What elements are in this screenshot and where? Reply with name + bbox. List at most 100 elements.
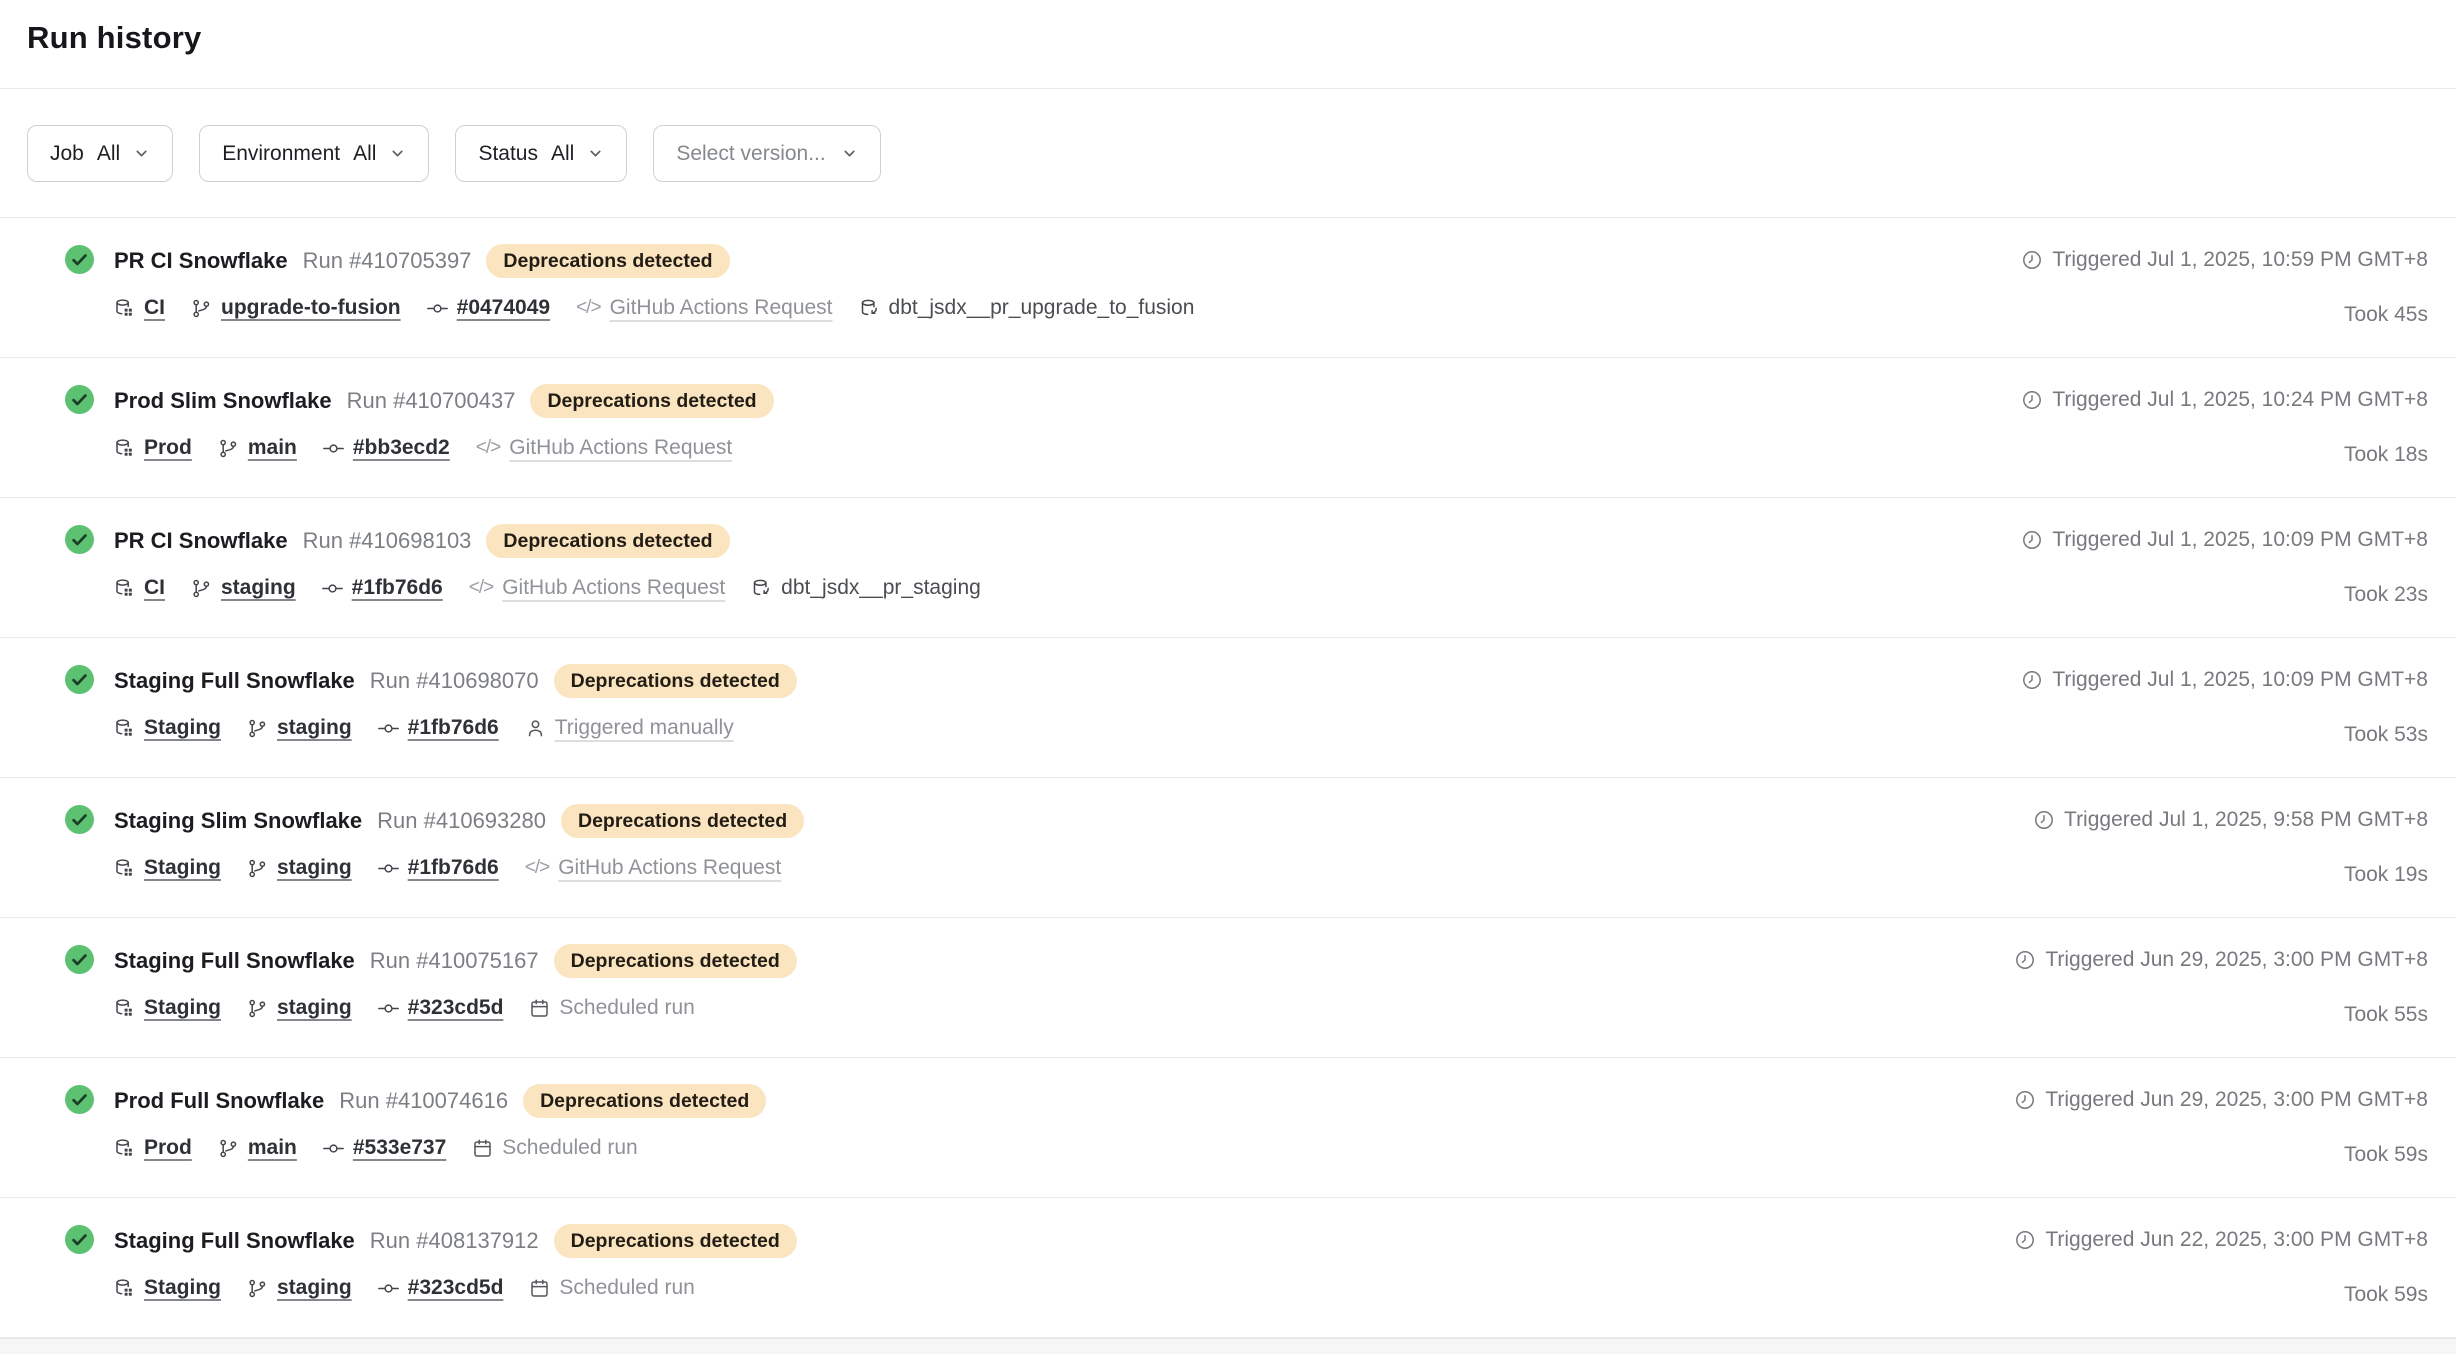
environment-link[interactable]: CI	[144, 296, 165, 320]
git-commit-icon	[427, 298, 448, 319]
branch-link[interactable]: staging	[277, 996, 352, 1020]
environment-item[interactable]: Staging	[114, 1276, 221, 1300]
branch-link[interactable]: staging	[277, 716, 352, 740]
person-trigger-icon	[525, 718, 546, 739]
status-filter-button[interactable]: Status All	[455, 125, 627, 182]
branch-item[interactable]: upgrade-to-fusion	[191, 296, 401, 320]
run-row[interactable]: Staging Full Snowflake Run #408137912 De…	[0, 1198, 2456, 1338]
commit-link[interactable]: #1fb76d6	[352, 576, 443, 600]
branch-item[interactable]: staging	[247, 1276, 352, 1300]
deprecations-badge: Deprecations detected	[530, 384, 773, 418]
job-name-link[interactable]: PR CI Snowflake	[114, 528, 288, 554]
job-name-link[interactable]: Staging Full Snowflake	[114, 948, 355, 974]
git-commit-icon	[322, 578, 343, 599]
branch-link[interactable]: main	[248, 436, 297, 460]
job-name-link[interactable]: PR CI Snowflake	[114, 248, 288, 274]
run-success-icon	[65, 1085, 94, 1114]
triggered-at-text: Triggered Jun 29, 2025, 3:00 PM GMT+8	[2045, 948, 2428, 972]
run-row[interactable]: PR CI Snowflake Run #410698103 Deprecati…	[0, 498, 2456, 638]
environment-link[interactable]: Staging	[144, 996, 221, 1020]
job-name-link[interactable]: Prod Slim Snowflake	[114, 388, 332, 414]
git-branch-icon	[247, 718, 268, 739]
trigger-label: GitHub Actions Request	[502, 576, 725, 600]
triggered-at-text: Triggered Jun 29, 2025, 3:00 PM GMT+8	[2045, 1088, 2428, 1112]
environment-link[interactable]: Staging	[144, 856, 221, 880]
job-name-link[interactable]: Staging Full Snowflake	[114, 668, 355, 694]
environment-item[interactable]: Staging	[114, 996, 221, 1020]
commit-link[interactable]: #0474049	[457, 296, 550, 320]
clock-icon	[2014, 1229, 2036, 1251]
run-row[interactable]: Staging Slim Snowflake Run #410693280 De…	[0, 778, 2456, 918]
branch-item[interactable]: staging	[247, 996, 352, 1020]
environment-item[interactable]: Staging	[114, 856, 221, 880]
environment-link[interactable]: Prod	[144, 436, 192, 460]
environment-item[interactable]: CI	[114, 576, 165, 600]
branch-item[interactable]: staging	[247, 716, 352, 740]
branch-link[interactable]: upgrade-to-fusion	[221, 296, 401, 320]
commit-item[interactable]: #1fb76d6	[322, 576, 443, 600]
environment-item[interactable]: CI	[114, 296, 165, 320]
job-name-link[interactable]: Prod Full Snowflake	[114, 1088, 324, 1114]
environment-item[interactable]: Prod	[114, 436, 192, 460]
schema-name: dbt_jsdx__pr_staging	[781, 576, 981, 600]
commit-item[interactable]: #323cd5d	[378, 1276, 504, 1300]
branch-link[interactable]: staging	[277, 1276, 352, 1300]
environment-item[interactable]: Staging	[114, 716, 221, 740]
run-row[interactable]: Staging Full Snowflake Run #410075167 De…	[0, 918, 2456, 1058]
branch-link[interactable]: staging	[277, 856, 352, 880]
run-number: Run #410698103	[303, 528, 472, 554]
commit-item[interactable]: #bb3ecd2	[323, 436, 450, 460]
branch-link[interactable]: main	[248, 1136, 297, 1160]
calendar-trigger-icon	[472, 1138, 493, 1159]
job-name-link[interactable]: Staging Slim Snowflake	[114, 808, 362, 834]
triggered-at: Triggered Jun 29, 2025, 3:00 PM GMT+8	[2014, 948, 2428, 972]
run-duration: Took 59s	[2344, 1143, 2428, 1167]
run-duration: Took 55s	[2344, 1003, 2428, 1027]
code-trigger-icon: </>	[576, 297, 600, 319]
commit-link[interactable]: #533e737	[353, 1136, 446, 1160]
commit-item[interactable]: #533e737	[323, 1136, 446, 1160]
environment-filter-button[interactable]: Environment All	[199, 125, 429, 182]
commit-link[interactable]: #1fb76d6	[408, 856, 499, 880]
run-row[interactable]: Staging Full Snowflake Run #410698070 De…	[0, 638, 2456, 778]
clock-icon	[2033, 809, 2055, 831]
job-name-link[interactable]: Staging Full Snowflake	[114, 1228, 355, 1254]
environment-link[interactable]: CI	[144, 576, 165, 600]
branch-item[interactable]: main	[218, 1136, 297, 1160]
branch-item[interactable]: staging	[191, 576, 296, 600]
environment-item[interactable]: Prod	[114, 1136, 192, 1160]
commit-item[interactable]: #1fb76d6	[378, 716, 499, 740]
run-row[interactable]: PR CI Snowflake Run #410705397 Deprecati…	[0, 218, 2456, 358]
schema-database-icon	[859, 298, 880, 319]
deprecations-badge: Deprecations detected	[554, 944, 797, 978]
branch-link[interactable]: staging	[221, 576, 296, 600]
run-success-icon	[65, 525, 94, 554]
run-row[interactable]: Prod Slim Snowflake Run #410700437 Depre…	[0, 358, 2456, 498]
commit-link[interactable]: #323cd5d	[408, 996, 504, 1020]
code-trigger-icon: </>	[469, 577, 493, 599]
git-branch-icon	[247, 1278, 268, 1299]
environment-filter-label: Environment	[222, 142, 340, 166]
commit-link[interactable]: #323cd5d	[408, 1276, 504, 1300]
version-filter-select[interactable]: Select version...	[653, 125, 881, 182]
run-right: Triggered Jul 1, 2025, 9:58 PM GMT+8 Too…	[2033, 778, 2428, 917]
branch-item[interactable]: main	[218, 436, 297, 460]
job-filter-button[interactable]: Job All	[27, 125, 173, 182]
environment-link[interactable]: Staging	[144, 716, 221, 740]
trigger-label: Triggered manually	[555, 716, 734, 740]
trigger-item: </>	[525, 856, 781, 880]
environment-link[interactable]: Staging	[144, 1276, 221, 1300]
git-branch-icon	[218, 1138, 239, 1159]
trigger-item: </>	[529, 1276, 694, 1300]
commit-link[interactable]: #bb3ecd2	[353, 436, 450, 460]
commit-item[interactable]: #0474049	[427, 296, 550, 320]
commit-link[interactable]: #1fb76d6	[408, 716, 499, 740]
branch-item[interactable]: staging	[247, 856, 352, 880]
run-success-icon	[65, 245, 94, 274]
environment-link[interactable]: Prod	[144, 1136, 192, 1160]
triggered-at-text: Triggered Jun 22, 2025, 3:00 PM GMT+8	[2045, 1228, 2428, 1252]
trigger-label: GitHub Actions Request	[610, 296, 833, 320]
commit-item[interactable]: #323cd5d	[378, 996, 504, 1020]
run-row[interactable]: Prod Full Snowflake Run #410074616 Depre…	[0, 1058, 2456, 1198]
commit-item[interactable]: #1fb76d6	[378, 856, 499, 880]
